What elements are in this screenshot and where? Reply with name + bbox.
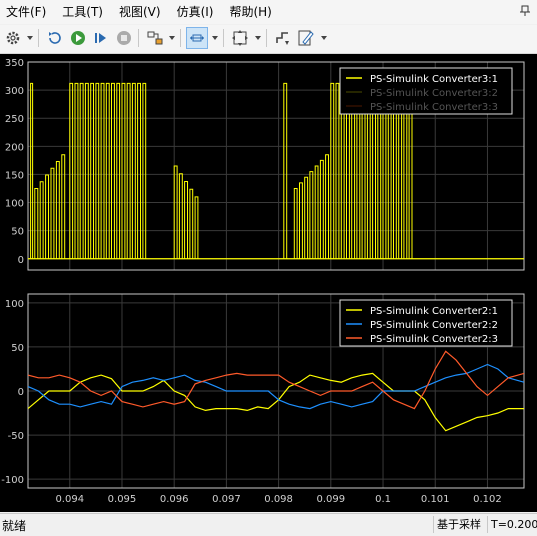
axes-2: -100 -50 0 50 100 0.094 0.095 0.096 0.097 0.098 0.…: [1, 293, 525, 505]
pulse-train: [69, 82, 131, 259]
toolbar-separator: [266, 29, 267, 47]
run-icon[interactable]: [67, 27, 89, 49]
step-forward-icon[interactable]: [90, 27, 112, 49]
legend-label: PS-Simulink Converter2:3: [370, 334, 498, 345]
menu-file[interactable]: 文件(F): [0, 0, 54, 24]
menu-help[interactable]: 帮助(H): [221, 0, 279, 24]
series-line-3: [28, 350, 524, 410]
y-tick-label: -50: [8, 431, 24, 442]
triggers-icon[interactable]: [272, 27, 294, 49]
scope-plot-area: 0 50 100 150 200 250 300 350 PS-Simulink Convert…: [0, 54, 537, 512]
style-dropdown-icon[interactable]: [321, 36, 327, 40]
y-tick-label: 100: [5, 199, 24, 210]
toolbar-separator: [180, 29, 181, 47]
menu-view[interactable]: 视图(V): [111, 0, 169, 24]
y-tick-label: 50: [11, 343, 24, 354]
legend-label: PS-Simulink Converter3:1: [370, 74, 498, 85]
legend: PS-Simulink Converter2:1 PS-Simulink Conv…: [339, 299, 513, 347]
legend-label: PS-Simulink Converter2:1: [370, 306, 498, 317]
status-time: T=0.200: [487, 516, 537, 533]
y-tick-label: 50: [11, 227, 24, 238]
highlight-block-icon[interactable]: [144, 27, 166, 49]
status-bar: 就绪 基于采样 T=0.200: [0, 513, 537, 536]
toolbar-separator: [223, 29, 224, 47]
settings-icon[interactable]: [2, 27, 24, 49]
pulse-train: [173, 165, 199, 259]
x-tick-label: 0.094: [55, 494, 84, 505]
zoom-dropdown-icon[interactable]: [212, 36, 218, 40]
y-tick-label: -100: [1, 475, 24, 486]
stop-icon[interactable]: [113, 27, 135, 49]
style-icon[interactable]: [295, 27, 317, 49]
legend: PS-Simulink Converter3:1 PS-Simulink Conv…: [339, 67, 513, 115]
pulse-train: [131, 82, 147, 259]
x-tick-label: 0.102: [473, 494, 502, 505]
toolbar: [0, 25, 537, 54]
zoom-x-icon[interactable]: [186, 27, 208, 49]
fit-to-view-icon[interactable]: [229, 27, 251, 49]
status-text: 就绪: [2, 519, 27, 533]
status-sample-mode: 基于采样: [433, 516, 484, 533]
x-tick-label: 0.096: [160, 494, 189, 505]
menu-bar: 文件(F) 工具(T) 视图(V) 仿真(I) 帮助(H): [0, 0, 537, 24]
pulse-train: [34, 154, 66, 259]
pulse-train: [293, 154, 329, 259]
y-tick-label: 150: [5, 170, 24, 181]
legend-label: PS-Simulink Converter3:3: [370, 102, 498, 113]
highlight-dropdown-icon[interactable]: [169, 36, 175, 40]
toolbar-separator: [38, 29, 39, 47]
y-tick-label: 100: [5, 299, 24, 310]
y-tick-label: 300: [5, 86, 24, 97]
legend-label: PS-Simulink Converter2:2: [370, 320, 498, 331]
x-tick-label: 0.101: [421, 494, 450, 505]
y-tick-label: 200: [5, 142, 24, 153]
x-tick-label: 0.098: [264, 494, 293, 505]
x-tick-label: 0.095: [108, 494, 137, 505]
pin-icon[interactable]: [519, 5, 531, 17]
x-tick-label: 0.097: [212, 494, 241, 505]
y-tick-label: 250: [5, 114, 24, 125]
x-tick-label: 0.099: [317, 494, 346, 505]
legend-label: PS-Simulink Converter3:2: [370, 88, 498, 99]
menu-simulation[interactable]: 仿真(I): [169, 0, 222, 24]
pulse-train: [30, 82, 34, 259]
fit-dropdown-icon[interactable]: [255, 36, 261, 40]
menu-tools[interactable]: 工具(T): [54, 0, 111, 24]
axes-1: 0 50 100 150 200 250 300 350 PS-Simulink Convert…: [5, 58, 525, 271]
y-tick-label: 0: [18, 255, 24, 266]
y-tick-label: 0: [18, 387, 24, 398]
y-tick-label: 350: [5, 58, 24, 69]
scope-figure: 0 50 100 150 200 250 300 350 PS-Simulink Convert…: [1, 58, 525, 505]
pulse-train: [283, 82, 288, 259]
x-tick-label: 0.1: [375, 494, 391, 505]
restore-icon[interactable]: [44, 27, 66, 49]
settings-dropdown-icon[interactable]: [27, 36, 33, 40]
toolbar-separator: [138, 29, 139, 47]
